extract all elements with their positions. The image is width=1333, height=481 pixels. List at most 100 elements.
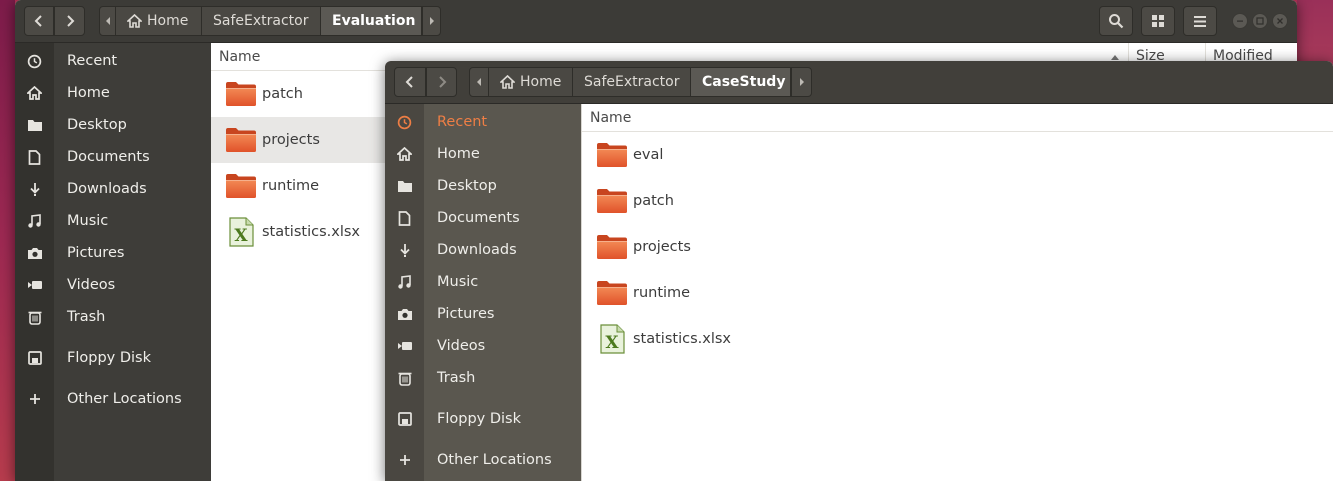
chevron-left-icon [405, 76, 413, 88]
grid-icon [1152, 15, 1164, 27]
sidebar-item-label: Downloads [67, 181, 147, 197]
sidebar-item-label: Floppy Disk [67, 350, 151, 366]
sidebar-item-pictures[interactable]: Pictures [385, 298, 581, 330]
breadcrumb-scroll-left[interactable] [99, 6, 116, 36]
folder-icon [596, 233, 628, 261]
sidebar-item-videos[interactable]: Videos [15, 269, 211, 301]
sidebar-item-label: Home [437, 146, 480, 162]
breadcrumb-home[interactable]: Home [116, 6, 202, 36]
breadcrumb-home[interactable]: Home [489, 67, 573, 97]
file-name: runtime [633, 285, 691, 301]
breadcrumb-safeextractor[interactable]: SafeExtractor [202, 6, 321, 36]
folder-icon [225, 80, 257, 108]
file-name: projects [262, 132, 320, 148]
home-icon [385, 147, 424, 161]
search-button[interactable] [1099, 6, 1133, 36]
file-row[interactable]: eval [582, 132, 1333, 178]
breadcrumb-scroll-right[interactable] [422, 6, 441, 36]
file-name: runtime [262, 178, 320, 194]
sidebar-item-floppy-disk[interactable]: Floppy Disk [385, 403, 581, 435]
sidebar-item-floppy-disk[interactable]: Floppy Disk [15, 342, 211, 374]
headerbar: Home SafeExtractor Evaluation [15, 0, 1297, 43]
breadcrumb-label: SafeExtractor [213, 13, 309, 29]
sidebar-item-label: Trash [67, 309, 106, 325]
column-name[interactable]: Name [582, 110, 631, 126]
search-icon [1109, 14, 1124, 29]
download-icon [385, 243, 424, 258]
maximize-icon [1256, 17, 1264, 25]
sidebar-item-pictures[interactable]: Pictures [15, 237, 211, 269]
view-grid-button[interactable] [1141, 6, 1175, 36]
close-button[interactable] [1272, 13, 1288, 29]
sidebar-item-music[interactable]: Music [15, 205, 211, 237]
sidebar-item-videos[interactable]: Videos [385, 330, 581, 362]
breadcrumb-safeextractor[interactable]: SafeExtractor [573, 67, 691, 97]
sidebar-item-documents[interactable]: Documents [15, 141, 211, 173]
maximize-button[interactable] [1252, 13, 1268, 29]
close-icon [1277, 18, 1283, 24]
trash-icon [385, 370, 424, 386]
breadcrumb-label: SafeExtractor [584, 74, 680, 90]
sidebar-item-trash[interactable]: Trash [385, 362, 581, 394]
breadcrumb-label: CaseStudy [702, 74, 786, 90]
forward-button[interactable] [426, 67, 457, 97]
file-row[interactable]: Xstatistics.xlsx [582, 316, 1333, 362]
minimize-button[interactable] [1232, 13, 1248, 29]
sidebar-item-documents[interactable]: Documents [385, 202, 581, 234]
plus-icon [15, 393, 54, 405]
document-icon [385, 210, 424, 226]
sidebar-item-downloads[interactable]: Downloads [385, 234, 581, 266]
sidebar-item-desktop[interactable]: Desktop [385, 170, 581, 202]
video-icon [15, 279, 54, 291]
sidebar-item-label: Music [67, 213, 109, 229]
trash-icon [15, 309, 54, 325]
breadcrumb-scroll-left[interactable] [469, 67, 489, 97]
sidebar-item-music[interactable]: Music [385, 266, 581, 298]
sidebar-item-recent[interactable]: Recent [385, 106, 581, 138]
breadcrumb-label: Home [147, 13, 189, 29]
camera-icon [385, 307, 424, 321]
sidebar-item-trash[interactable]: Trash [15, 301, 211, 333]
sidebar-item-other-locations[interactable]: Other Locations [385, 444, 581, 476]
file-list: Name eval patch projects runtime Xstatis… [581, 104, 1333, 481]
folder-icon [596, 141, 628, 169]
sidebar-item-label: Floppy Disk [437, 411, 521, 427]
file-row[interactable]: runtime [582, 270, 1333, 316]
sidebar-item-label: Documents [437, 210, 520, 226]
column-header: Name [582, 104, 1333, 132]
sidebar-item-desktop[interactable]: Desktop [15, 109, 211, 141]
breadcrumb-evaluation[interactable]: Evaluation [321, 6, 422, 36]
floppy-icon [385, 412, 424, 426]
sidebar: Recent Home Desktop Documents Downloads Music… [385, 104, 581, 481]
sidebar-item-other-locations[interactable]: Other Locations [15, 383, 211, 415]
sidebar-item-downloads[interactable]: Downloads [15, 173, 211, 205]
spreadsheet-icon: X [596, 324, 628, 354]
sidebar-item-label: Documents [67, 149, 150, 165]
file-row[interactable]: patch [582, 178, 1333, 224]
file-row[interactable]: projects [582, 224, 1333, 270]
minimize-icon [1237, 20, 1243, 22]
sidebar-item-home[interactable]: Home [385, 138, 581, 170]
breadcrumb-scroll-right[interactable] [791, 67, 812, 97]
headerbar: Home SafeExtractor CaseStudy [385, 61, 1333, 104]
back-button[interactable] [394, 67, 426, 97]
video-icon [385, 340, 424, 352]
sidebar-item-label: Videos [437, 338, 486, 354]
file-name: statistics.xlsx [633, 331, 731, 347]
sidebar-item-label: Home [67, 85, 110, 101]
folder-icon [596, 187, 628, 215]
menu-button[interactable] [1183, 6, 1217, 36]
sidebar-item-recent[interactable]: Recent [15, 45, 211, 77]
chevron-right-icon [438, 76, 446, 88]
back-button[interactable] [24, 6, 54, 36]
file-name: statistics.xlsx [262, 224, 360, 240]
sidebar-item-label: Trash [437, 370, 476, 386]
column-name[interactable]: Name [211, 49, 260, 65]
breadcrumb-label: Home [520, 74, 562, 90]
folder-icon [596, 279, 628, 307]
camera-icon [15, 246, 54, 260]
breadcrumb-casestudy[interactable]: CaseStudy [691, 67, 791, 97]
forward-button[interactable] [54, 6, 85, 36]
sidebar-item-home[interactable]: Home [15, 77, 211, 109]
sidebar-item-label: Videos [67, 277, 116, 293]
